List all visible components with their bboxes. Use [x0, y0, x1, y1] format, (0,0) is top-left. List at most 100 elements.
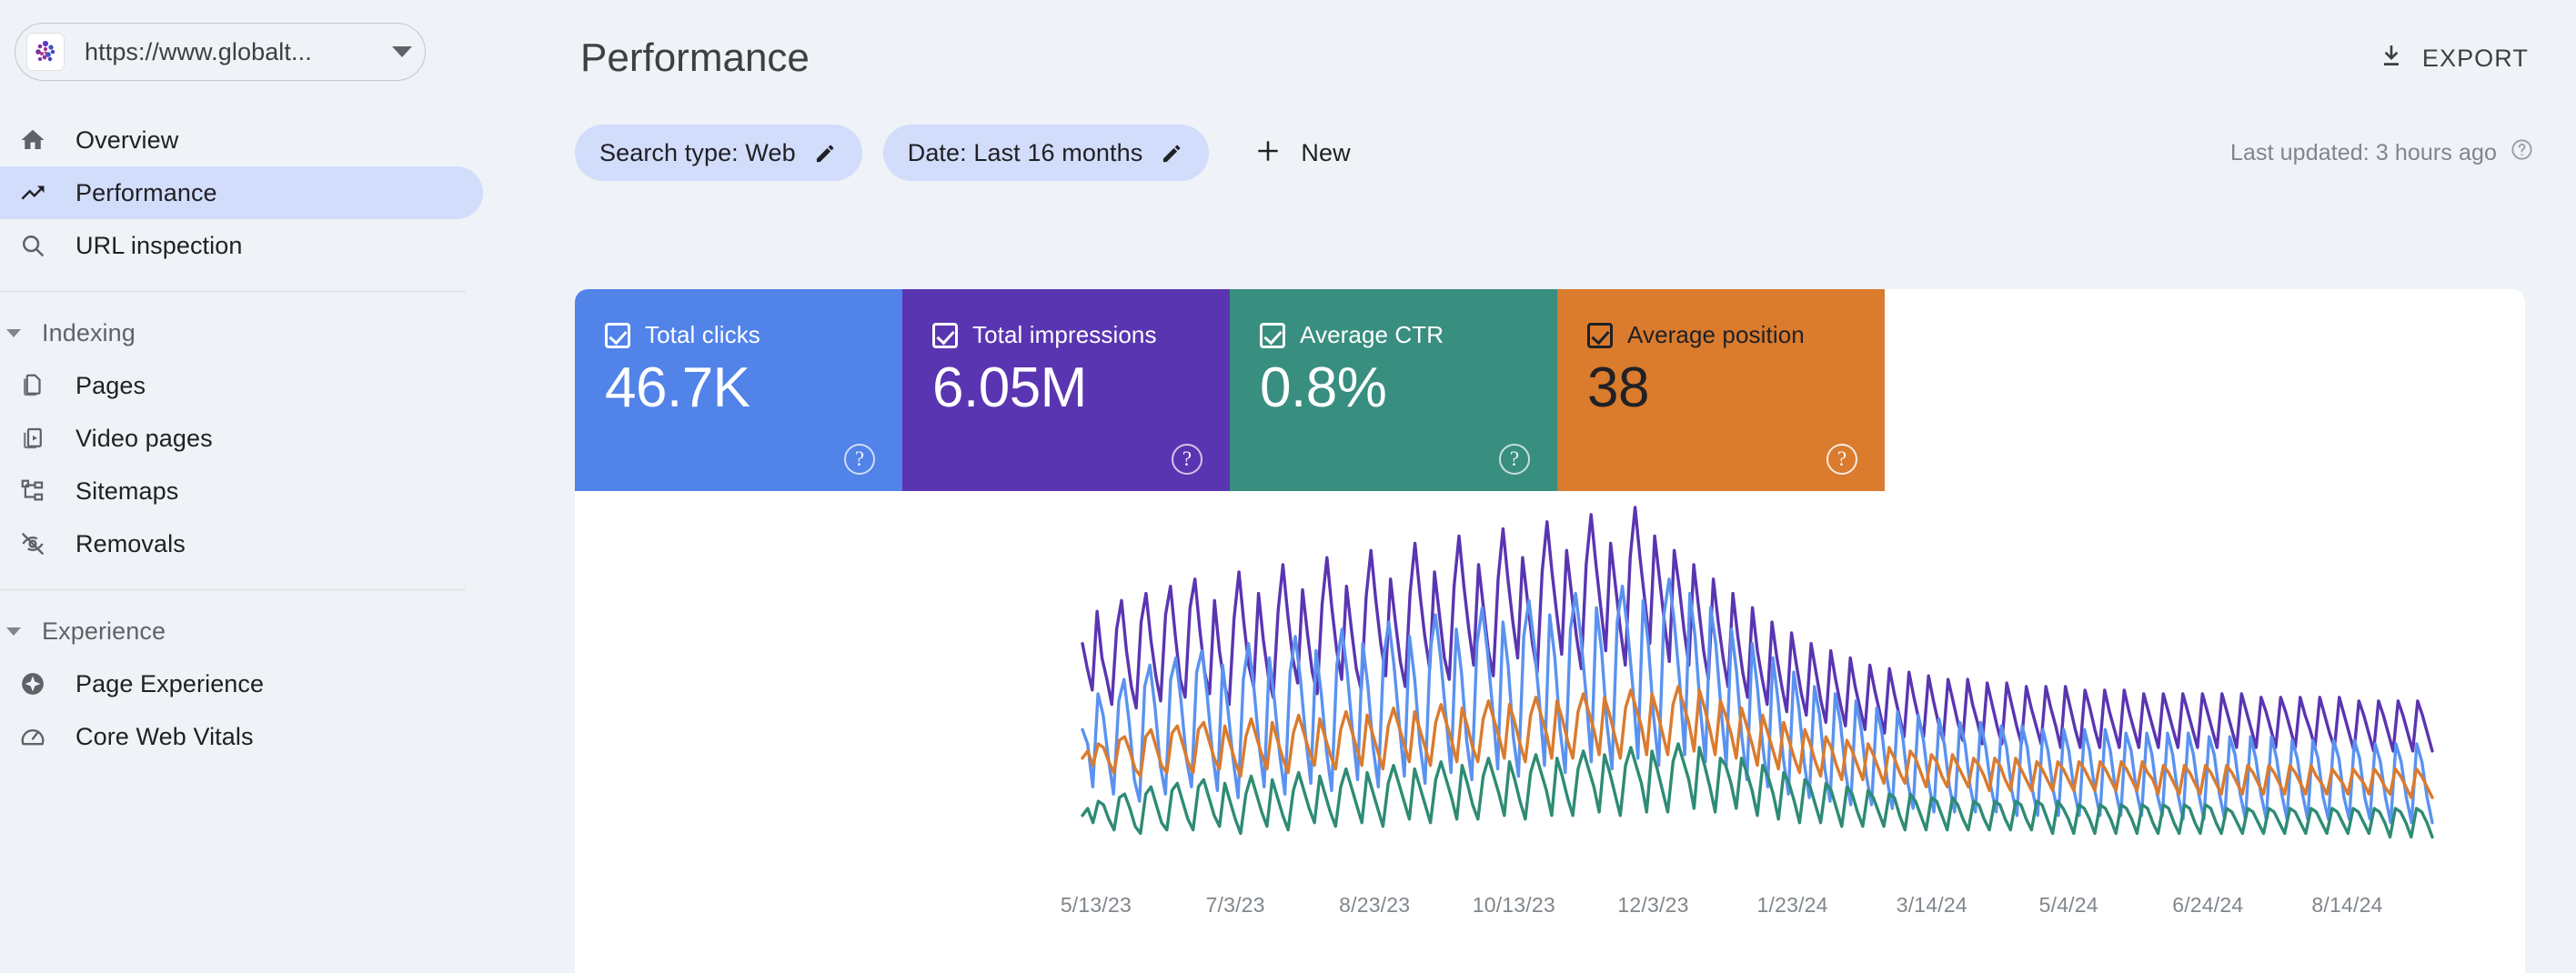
pencil-icon[interactable]	[813, 141, 838, 166]
sidebar-item-overview[interactable]: Overview	[0, 114, 575, 166]
help-circle-icon[interactable]: ?	[1499, 444, 1530, 475]
checkbox-checked-icon[interactable]	[1260, 322, 1285, 348]
sidebar: https://www.globalt... Overview Performa…	[0, 0, 575, 973]
metric-card-total-clicks[interactable]: Total clicks 46.7K ?	[575, 289, 902, 491]
caret-collapse-icon	[4, 328, 24, 337]
sidebar-divider-1	[0, 291, 466, 292]
x-axis-tick-label: 10/13/23	[1472, 893, 1555, 917]
filter-bar: Search type: Web Date: Last 16 months Ne…	[575, 116, 2576, 189]
sidebar-nav: Overview Performance URL inspection Inde…	[0, 114, 575, 763]
checkbox-checked-icon[interactable]	[605, 322, 630, 348]
metric-card-average-position-value: 38	[1587, 356, 1649, 419]
metric-card-total-impressions-label: Total impressions	[972, 321, 1157, 348]
export-button-label: EXPORT	[2421, 44, 2529, 72]
metric-card-average-ctr-label: Average CTR	[1300, 321, 1444, 348]
checkbox-checked-icon[interactable]	[1587, 322, 1613, 348]
site-favicon-dots-icon	[26, 33, 65, 71]
new-filter-button-label: New	[1301, 138, 1351, 166]
sidebar-item-removals[interactable]: Removals	[0, 517, 575, 570]
property-url-label: https://www.globalt...	[85, 37, 312, 65]
metric-card-average-ctr[interactable]: Average CTR 0.8% ?	[1230, 289, 1557, 491]
metric-head: Average CTR	[1260, 321, 1557, 349]
x-axis-tick-label: 7/3/23	[1205, 893, 1265, 917]
home-icon	[13, 126, 53, 154]
main-content: Performance EXPORT Search type: Web Date…	[575, 0, 2576, 973]
plus-icon	[1253, 136, 1283, 170]
help-circle-icon[interactable]: ?	[844, 444, 875, 475]
metric-head: Total impressions	[932, 321, 1230, 349]
help-circle-icon[interactable]	[2510, 137, 2534, 168]
new-filter-button[interactable]: New	[1241, 129, 1363, 177]
x-axis-tick-label: 5/13/23	[1060, 893, 1132, 917]
filter-chip-date-label: Date: Last 16 months	[907, 138, 1143, 166]
core-web-vitals-gauge-icon	[13, 723, 53, 750]
sidebar-item-url-inspection-label: URL inspection	[75, 231, 243, 259]
sidebar-group-experience-label: Experience	[42, 617, 166, 645]
x-axis-tick-label: 8/14/24	[2311, 893, 2383, 917]
sidebar-item-core-web-vitals-label: Core Web Vitals	[75, 722, 254, 750]
sidebar-item-url-inspection[interactable]: URL inspection	[0, 219, 575, 272]
performance-line-chart[interactable]	[575, 491, 2525, 882]
last-updated-label: Last updated: 3 hours ago	[2229, 139, 2497, 166]
page-experience-icon	[13, 670, 53, 697]
sidebar-item-page-experience-label: Page Experience	[75, 669, 265, 697]
chart-series-total-impressions	[1081, 506, 2434, 753]
metric-card-average-position[interactable]: Average position 38 ?	[1557, 289, 1885, 491]
performance-chart-card: Total clicks 46.7K ? Total impressions 6…	[575, 289, 2525, 973]
performance-plot-area: 5/13/23 7/3/23 8/23/23 10/13/23 12/3/23 1/23/…	[575, 491, 2525, 973]
checkbox-checked-icon[interactable]	[932, 322, 958, 348]
search-console-app: https://www.globalt... Overview Performa…	[0, 0, 2576, 973]
x-axis-tick-label: 12/3/23	[1617, 893, 1689, 917]
sidebar-item-pages-label: Pages	[75, 371, 146, 399]
page-title: Performance	[580, 35, 810, 80]
metric-card-total-clicks-label: Total clicks	[645, 321, 760, 348]
property-selector[interactable]: https://www.globalt...	[15, 23, 426, 81]
sidebar-group-experience[interactable]: Experience	[0, 605, 575, 657]
download-icon	[2377, 42, 2406, 75]
sidebar-item-overview-label: Overview	[75, 125, 179, 154]
sidebar-item-performance[interactable]: Performance	[0, 166, 483, 219]
x-axis-tick-label: 5/4/24	[2038, 893, 2098, 917]
sidebar-item-video-pages-label: Video pages	[75, 424, 213, 452]
metric-card-total-impressions[interactable]: Total impressions 6.05M ?	[902, 289, 1230, 491]
caret-collapse-icon	[4, 627, 24, 636]
sidebar-item-sitemaps[interactable]: Sitemaps	[0, 465, 575, 517]
metric-card-total-impressions-value: 6.05M	[932, 356, 1087, 419]
help-circle-icon[interactable]: ?	[1826, 444, 1857, 475]
x-axis-tick-label: 8/23/23	[1339, 893, 1411, 917]
filter-chip-search-type[interactable]: Search type: Web	[575, 125, 862, 181]
last-updated: Last updated: 3 hours ago	[2230, 137, 2534, 168]
trending-up-icon	[13, 179, 53, 206]
x-axis-tick-label: 3/14/24	[1896, 893, 1967, 917]
metric-card-total-clicks-value: 46.7K	[605, 356, 750, 419]
sidebar-item-core-web-vitals[interactable]: Core Web Vitals	[0, 710, 575, 763]
sidebar-group-indexing[interactable]: Indexing	[0, 306, 575, 359]
sidebar-item-performance-label: Performance	[75, 178, 217, 206]
metric-head: Total clicks	[605, 321, 902, 349]
metric-card-average-ctr-value: 0.8%	[1260, 356, 1387, 419]
x-axis-tick-label: 6/24/24	[2172, 893, 2244, 917]
x-axis-tick-label: 1/23/24	[1756, 893, 1828, 917]
removals-eye-off-icon	[13, 530, 53, 557]
filter-chip-date[interactable]: Date: Last 16 months	[882, 125, 1210, 181]
pencil-icon[interactable]	[1160, 141, 1184, 166]
sidebar-item-removals-label: Removals	[75, 529, 186, 557]
chevron-down-icon[interactable]	[392, 46, 412, 57]
export-button[interactable]: EXPORT	[2371, 33, 2534, 85]
search-icon	[13, 232, 53, 259]
help-circle-icon[interactable]: ?	[1172, 444, 1202, 475]
sidebar-item-video-pages[interactable]: Video pages	[0, 412, 575, 465]
sidebar-item-sitemaps-label: Sitemaps	[75, 476, 179, 505]
metric-cards-row: Total clicks 46.7K ? Total impressions 6…	[575, 289, 2525, 491]
pages-icon	[13, 372, 53, 399]
sitemaps-icon	[13, 477, 53, 505]
page-header: Performance EXPORT	[575, 0, 2576, 116]
sidebar-item-pages[interactable]: Pages	[0, 359, 575, 412]
filter-chip-search-type-label: Search type: Web	[599, 138, 796, 166]
x-axis-ticks: 5/13/23 7/3/23 8/23/23 10/13/23 12/3/23 1/23/…	[575, 886, 2525, 940]
sidebar-item-page-experience[interactable]: Page Experience	[0, 657, 575, 710]
sidebar-group-indexing-label: Indexing	[42, 318, 136, 346]
metric-card-average-position-label: Average position	[1627, 321, 1805, 348]
metric-head: Average position	[1587, 321, 1885, 349]
video-pages-icon	[13, 425, 53, 452]
